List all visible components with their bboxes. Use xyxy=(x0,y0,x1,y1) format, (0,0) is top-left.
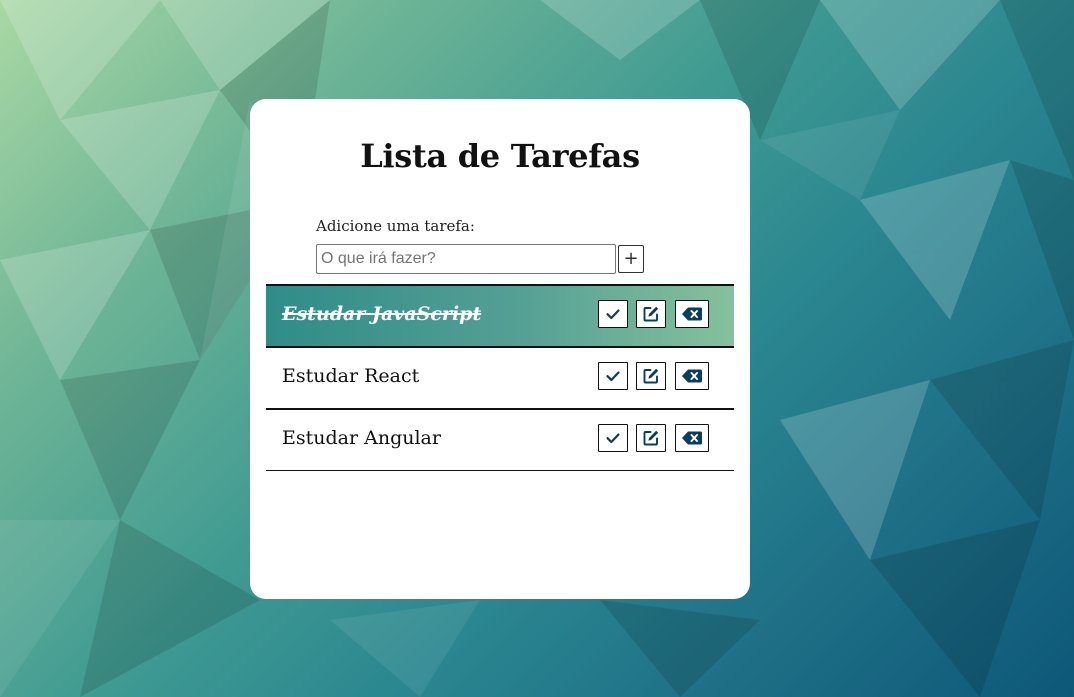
task-text: Estudar React xyxy=(282,365,420,387)
page-title: Lista de Tarefas xyxy=(360,137,640,175)
backspace-delete-icon xyxy=(682,369,702,383)
edit-icon xyxy=(643,368,659,384)
edit-task-button[interactable] xyxy=(636,362,666,390)
check-icon xyxy=(606,371,620,382)
check-icon xyxy=(606,309,620,320)
task-text: Estudar Angular xyxy=(282,427,441,449)
add-task-button[interactable]: + xyxy=(618,245,644,273)
edit-task-button[interactable] xyxy=(636,300,666,328)
task-text: Estudar JavaScript xyxy=(282,303,482,325)
add-task-label: Adicione uma tarefa: xyxy=(316,217,475,235)
task-row: Estudar Angular xyxy=(266,410,734,471)
complete-task-button[interactable] xyxy=(598,424,628,452)
delete-task-button[interactable] xyxy=(675,300,709,328)
task-list: Estudar JavaScript Estudar React Estudar… xyxy=(266,284,734,471)
task-input[interactable] xyxy=(316,244,616,274)
task-row: Estudar JavaScript xyxy=(266,286,734,348)
edit-icon xyxy=(643,430,659,446)
edit-task-button[interactable] xyxy=(636,424,666,452)
task-row: Estudar React xyxy=(266,348,734,410)
todo-card: Lista de Tarefas Adicione uma tarefa: + … xyxy=(250,99,750,599)
complete-task-button[interactable] xyxy=(598,362,628,390)
complete-task-button[interactable] xyxy=(598,300,628,328)
delete-task-button[interactable] xyxy=(675,424,709,452)
edit-icon xyxy=(643,306,659,322)
backspace-delete-icon xyxy=(682,307,702,321)
backspace-delete-icon xyxy=(682,431,702,445)
delete-task-button[interactable] xyxy=(675,362,709,390)
check-icon xyxy=(606,433,620,444)
